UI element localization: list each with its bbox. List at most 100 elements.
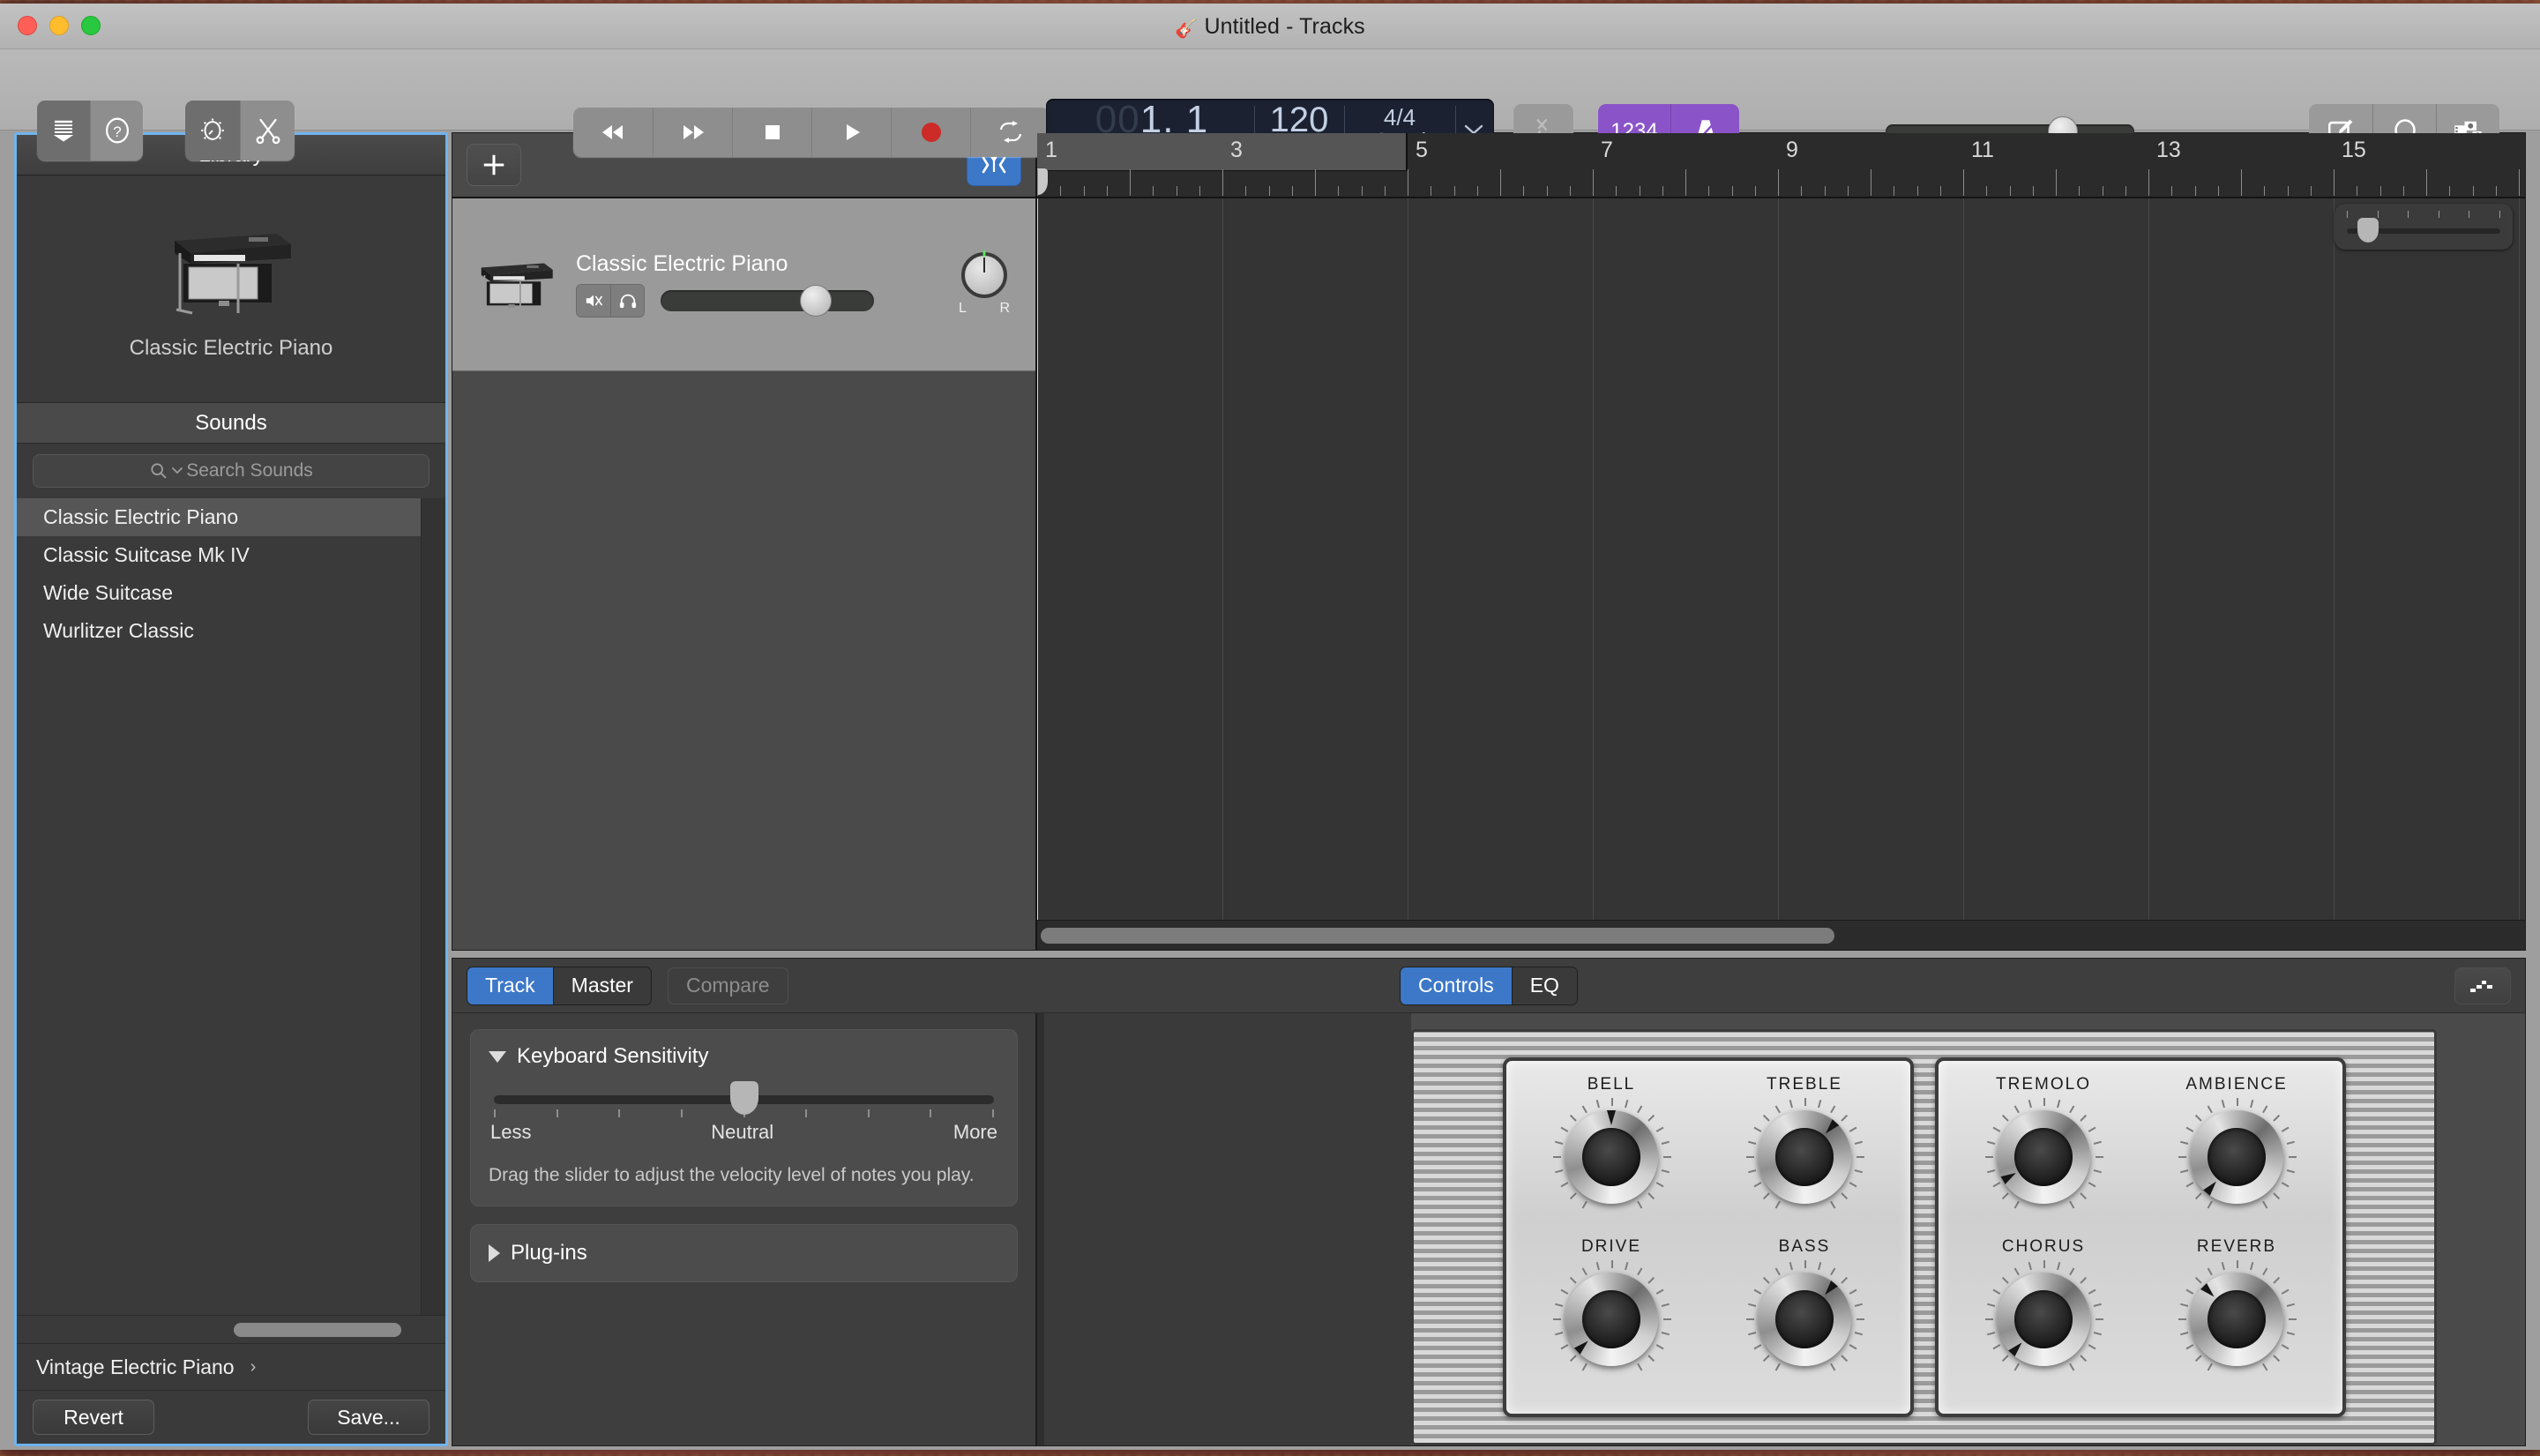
reverb-knob[interactable] bbox=[2178, 1260, 2297, 1378]
scrollbar-thumb[interactable] bbox=[1041, 927, 1834, 944]
ruler-subtick bbox=[2125, 186, 2126, 196]
treble-knob[interactable] bbox=[1745, 1098, 1864, 1216]
zoom-slider[interactable] bbox=[2335, 204, 2513, 250]
knob-pointer bbox=[1607, 1110, 1616, 1125]
editors-button[interactable] bbox=[240, 101, 295, 161]
ruler-subtick bbox=[1060, 186, 1061, 196]
track-volume-slider[interactable] bbox=[661, 285, 874, 317]
add-track-button[interactable] bbox=[467, 144, 521, 186]
library-horizontal-scrollbar[interactable] bbox=[17, 1315, 445, 1343]
garageband-window: 🎸 Untitled - Tracks ? 00 1 . 1 120 4/4 1… bbox=[0, 4, 2540, 1450]
zoom-slider-thumb[interactable] bbox=[2357, 218, 2379, 243]
search-sounds-input[interactable]: Search Sounds bbox=[33, 454, 430, 488]
tab-master[interactable]: Master bbox=[552, 967, 651, 1004]
knob-drive[interactable]: DRIVE bbox=[1515, 1237, 1708, 1400]
knob-ambience[interactable]: AMBIENCE bbox=[2140, 1075, 2334, 1237]
library-breadcrumb[interactable]: Vintage Electric Piano › bbox=[17, 1343, 445, 1391]
bass-knob[interactable] bbox=[1745, 1260, 1864, 1378]
plugins-card[interactable]: Plug-ins bbox=[470, 1224, 1018, 1283]
knob-cap bbox=[2014, 1128, 2073, 1186]
drive-knob[interactable] bbox=[1552, 1260, 1671, 1378]
quick-help-button[interactable]: ? bbox=[90, 101, 143, 161]
track-master-segment: Track Master bbox=[467, 966, 652, 1005]
keyboard-sensitivity-thumb[interactable] bbox=[729, 1081, 758, 1115]
grid-line bbox=[2148, 198, 2149, 920]
stop-icon bbox=[765, 125, 780, 139]
ruler-subtick bbox=[1292, 186, 1293, 196]
ruler-subtick bbox=[1593, 169, 1594, 196]
sound-item-classic-suitcase-mk-iv[interactable]: Classic Suitcase Mk IV bbox=[17, 536, 421, 574]
library-sounds-list[interactable]: Classic Electric Piano Classic Suitcase … bbox=[17, 498, 445, 1315]
ruler-subtick bbox=[1385, 186, 1386, 196]
smart-controls-button[interactable] bbox=[185, 101, 240, 161]
library-vertical-scrollbar[interactable] bbox=[421, 498, 445, 1315]
electric-piano-artwork bbox=[175, 233, 291, 314]
keyboard-sensitivity-header[interactable]: Keyboard Sensitivity bbox=[489, 1044, 999, 1069]
disclosure-triangle-down-icon[interactable] bbox=[489, 1050, 506, 1063]
save-button[interactable]: Save... bbox=[308, 1400, 430, 1435]
timeline-grid[interactable] bbox=[1037, 198, 2525, 920]
track-headers-empty-area[interactable] bbox=[452, 371, 1035, 950]
library-button[interactable] bbox=[37, 101, 90, 161]
knob-label-treble: TREBLE bbox=[1767, 1075, 1842, 1094]
ruler-subtick bbox=[1338, 186, 1339, 196]
label-neutral: Neutral bbox=[711, 1121, 774, 1143]
track-header-row[interactable]: Classic Electric Piano L R bbox=[452, 198, 1035, 371]
ambience-knob[interactable] bbox=[2178, 1098, 2297, 1216]
ruler-subtick bbox=[1570, 186, 1571, 196]
tab-controls[interactable]: Controls bbox=[1401, 967, 1512, 1004]
ruler-subtick bbox=[1523, 186, 1524, 196]
track-volume-knob[interactable] bbox=[800, 285, 832, 317]
pan-knob[interactable] bbox=[961, 250, 1007, 298]
keyboard-sensitivity-slider[interactable] bbox=[494, 1081, 994, 1115]
ruler-bar-number: 7 bbox=[1601, 138, 1613, 162]
tab-track[interactable]: Track bbox=[467, 967, 553, 1004]
playhead-handle[interactable] bbox=[1037, 168, 1048, 195]
ruler-subtick bbox=[1199, 186, 1200, 196]
timeline-horizontal-scrollbar[interactable] bbox=[1037, 920, 2525, 950]
track-pan-control[interactable]: L R bbox=[952, 250, 1016, 317]
record-button[interactable] bbox=[891, 108, 970, 157]
scissors-icon bbox=[256, 118, 280, 145]
rewind-button[interactable] bbox=[573, 108, 653, 157]
tremolo-knob[interactable] bbox=[1984, 1098, 2103, 1216]
knob-cap bbox=[1582, 1290, 1640, 1348]
knob-reverb[interactable]: REVERB bbox=[2140, 1237, 2334, 1400]
editor-tab-bar: Track Master Compare Controls EQ bbox=[452, 959, 2525, 1013]
sound-item-wurlitzer-classic[interactable]: Wurlitzer Classic bbox=[17, 612, 421, 650]
knob-bell[interactable]: BELL bbox=[1515, 1075, 1708, 1237]
plugins-header[interactable]: Plug-ins bbox=[489, 1241, 999, 1266]
ruler-subtick bbox=[2288, 186, 2289, 196]
revert-button[interactable]: Revert bbox=[33, 1400, 154, 1435]
forward-button[interactable] bbox=[653, 108, 732, 157]
bell-knob[interactable] bbox=[1552, 1098, 1671, 1216]
tab-eq[interactable]: EQ bbox=[1511, 967, 1577, 1004]
timeline-ruler[interactable]: 1357911131517 bbox=[1037, 133, 2525, 198]
knob-chorus[interactable]: CHORUS bbox=[1947, 1237, 2140, 1400]
stop-button[interactable] bbox=[732, 108, 811, 157]
library-panel: Library Classic Electric Piano bbox=[14, 132, 448, 1446]
sound-item-wide-suitcase[interactable]: Wide Suitcase bbox=[17, 574, 421, 612]
sound-item-classic-electric-piano[interactable]: Classic Electric Piano bbox=[17, 498, 421, 536]
track-headers-column: Classic Electric Piano L R bbox=[452, 133, 1037, 950]
knob-treble[interactable]: TREBLE bbox=[1708, 1075, 1901, 1237]
zoom-slider-ticks bbox=[2347, 211, 2500, 218]
chorus-knob[interactable] bbox=[1984, 1260, 2103, 1378]
ruler-subtick bbox=[1755, 186, 1756, 196]
knob-bass[interactable]: BASS bbox=[1708, 1237, 1901, 1400]
ruler-bar-number: 5 bbox=[1416, 138, 1428, 162]
knob-tremolo[interactable]: TREMOLO bbox=[1947, 1075, 2140, 1237]
ruler-subtick bbox=[1477, 186, 1478, 196]
garageband-app-icon: 🎸 bbox=[1175, 19, 1199, 39]
cycle-region[interactable] bbox=[1037, 133, 1408, 171]
disclosure-triangle-right-icon[interactable] bbox=[489, 1244, 500, 1263]
fast-forward-icon bbox=[683, 125, 704, 139]
solo-button[interactable] bbox=[610, 285, 644, 317]
ruler-subtick bbox=[2056, 169, 2057, 196]
arpeggiator-button[interactable] bbox=[2454, 967, 2511, 1004]
play-button[interactable] bbox=[811, 108, 891, 157]
scrollbar-thumb[interactable] bbox=[234, 1322, 401, 1337]
ruler-subtick bbox=[2473, 186, 2474, 196]
mute-button[interactable] bbox=[577, 285, 610, 317]
ruler-subtick bbox=[1222, 169, 1223, 196]
